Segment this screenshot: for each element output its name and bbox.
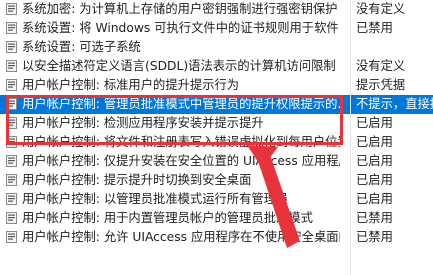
- column-separator: [350, 0, 351, 275]
- policy-name: 系统加密: 为计算机上存储的用户密钥强制进行强密钥保护: [22, 2, 338, 16]
- policy-setting-value: 已启用: [356, 192, 393, 206]
- policy-setting-icon: [6, 98, 17, 110]
- policy-row[interactable]: 用户帐户控制: 仅提升安装在安全位置的 UIAccess 应用程序 已启用: [0, 152, 433, 171]
- policy-setting-icon: [6, 212, 17, 224]
- policy-setting-icon: [6, 231, 17, 243]
- policy-row[interactable]: 用户帐户控制: 标准用户的提升提示行为 提示凭据: [0, 76, 433, 95]
- policy-name: 以安全描述符定义语言(SDDL)语法表示的计算机访问限制: [22, 59, 336, 73]
- policy-setting-icon: [6, 155, 17, 167]
- policy-setting-icon: [6, 136, 17, 148]
- policy-row[interactable]: 用户帐户控制: 检测应用程序安装并提示提升 已启用: [0, 114, 433, 133]
- policy-setting-value: 已启用: [356, 173, 393, 187]
- policy-setting-value: 不提示，直接提升: [356, 97, 433, 111]
- policy-setting-value: 没有定义: [356, 2, 406, 16]
- policy-row[interactable]: 用户帐户控制: 以管理员批准模式运行所有管理员 已启用: [0, 190, 433, 209]
- policy-name: 用户帐户控制: 以管理员批准模式运行所有管理员: [22, 192, 289, 206]
- policy-setting-icon: [6, 79, 17, 91]
- policy-setting-icon: [6, 3, 17, 15]
- policy-row[interactable]: 用户帐户控制: 用于内置管理员帐户的管理员批准模式 已禁用: [0, 209, 433, 228]
- policy-setting-value: 已禁用: [356, 21, 393, 35]
- policy-setting-value: 已禁用: [356, 230, 393, 244]
- policy-row[interactable]: 以安全描述符定义语言(SDDL)语法表示的计算机访问限制 没有定义: [0, 57, 433, 76]
- policy-setting-icon: [6, 41, 17, 53]
- policy-setting-icon: [6, 193, 17, 205]
- policy-row[interactable]: 用户帐户控制: 管理员批准模式中管理员的提升权限提示的... 不提示，直接提升: [0, 95, 433, 114]
- policy-setting-value: 已启用: [356, 154, 393, 168]
- policy-name: 用户帐户控制: 管理员批准模式中管理员的提升权限提示的...: [22, 97, 340, 111]
- policy-name: 用户帐户控制: 用于内置管理员帐户的管理员批准模式: [22, 211, 313, 225]
- policy-name: 用户帐户控制: 仅提升安装在安全位置的 UIAccess 应用程序: [22, 154, 340, 168]
- policy-setting-icon: [6, 60, 17, 72]
- policy-setting-value: 提示凭据: [356, 78, 406, 92]
- policy-row[interactable]: 用户帐户控制: 允许 UIAccess 应用程序在不使用安全桌面的... 已禁用: [0, 228, 433, 247]
- policy-name: 用户帐户控制: 将文件和注册表写入错误虚拟化到每用户位置: [22, 135, 340, 149]
- policy-name: 系统设置: 可选子系统: [22, 40, 141, 54]
- policy-row[interactable]: 系统设置: 将 Windows 可执行文件中的证书规则用于软件... 已禁用: [0, 19, 433, 38]
- policy-setting-icon: [6, 174, 17, 186]
- policy-row[interactable]: 系统设置: 可选子系统: [0, 38, 433, 57]
- policy-name: 用户帐户控制: 检测应用程序安装并提示提升: [22, 116, 264, 130]
- policy-setting-icon: [6, 22, 17, 34]
- policy-name: 用户帐户控制: 允许 UIAccess 应用程序在不使用安全桌面的...: [22, 230, 340, 244]
- policy-row[interactable]: 用户帐户控制: 将文件和注册表写入错误虚拟化到每用户位置 已启用: [0, 133, 433, 152]
- policy-row[interactable]: 用户帐户控制: 提示提升时切换到安全桌面 已启用: [0, 171, 433, 190]
- policy-setting-value: 已启用: [356, 116, 393, 130]
- policy-row[interactable]: 系统加密: 为计算机上存储的用户密钥强制进行强密钥保护 没有定义: [0, 0, 433, 19]
- policy-name: 用户帐户控制: 标准用户的提升提示行为: [22, 78, 240, 92]
- policy-setting-value: 已禁用: [356, 211, 393, 225]
- policy-name: 用户帐户控制: 提示提升时切换到安全桌面: [22, 173, 252, 187]
- policy-setting-value: 没有定义: [356, 59, 406, 73]
- policy-setting-icon: [6, 117, 17, 129]
- policy-name: 系统设置: 将 Windows 可执行文件中的证书规则用于软件...: [22, 21, 340, 35]
- policy-setting-value: 已启用: [356, 135, 393, 149]
